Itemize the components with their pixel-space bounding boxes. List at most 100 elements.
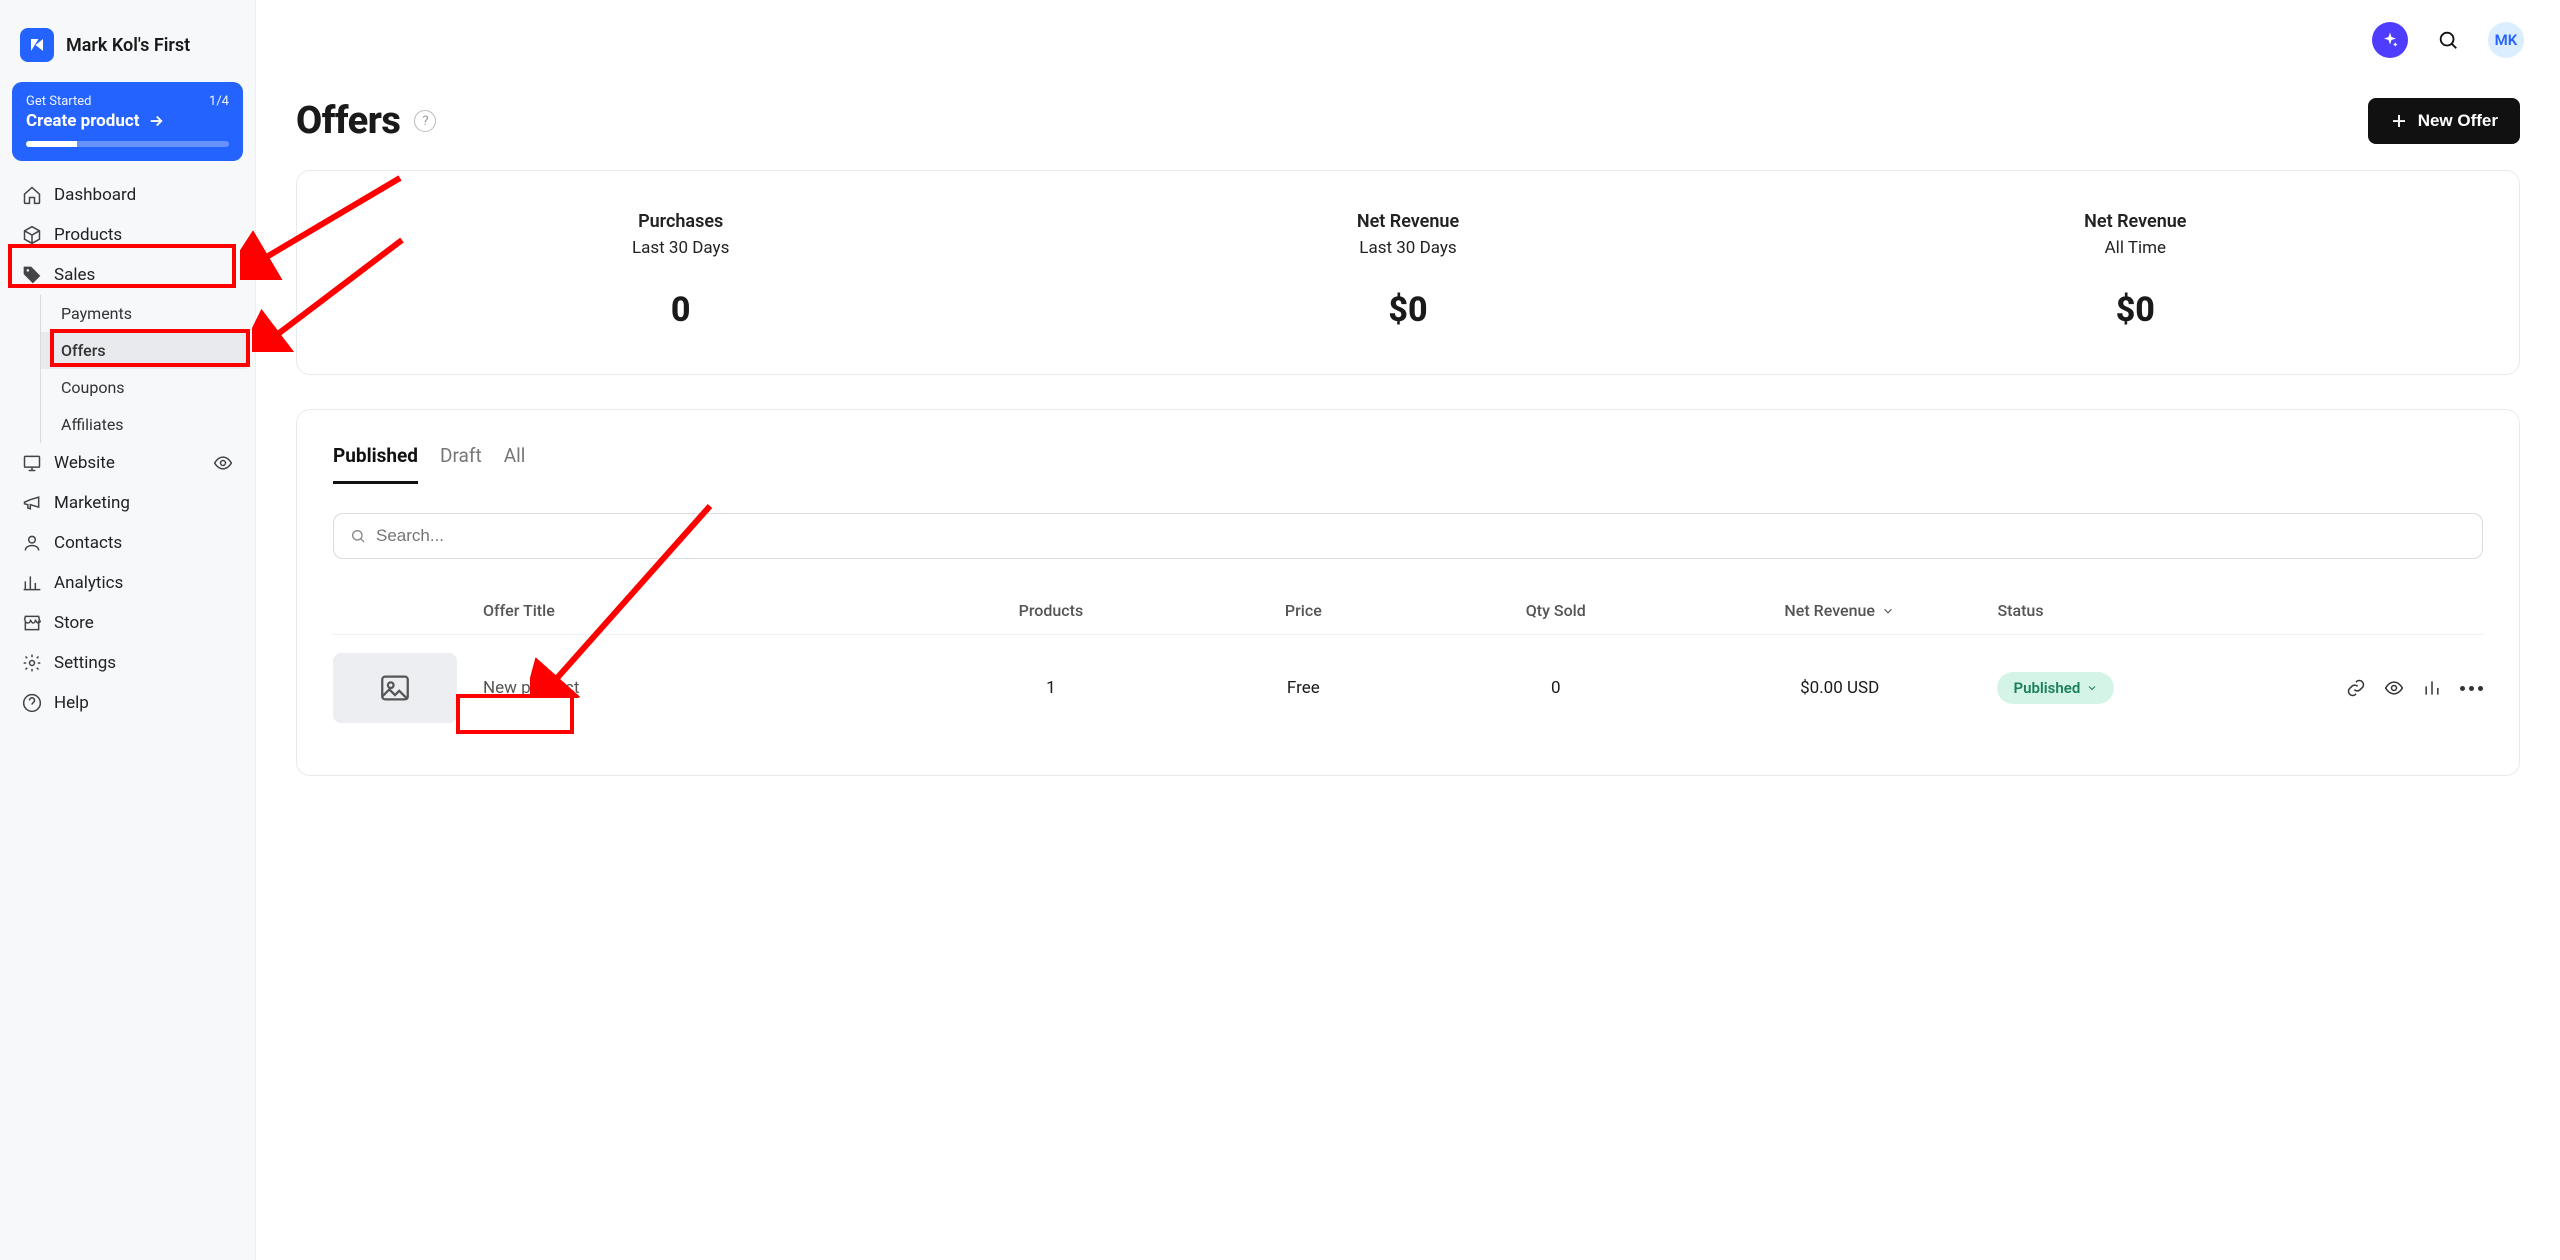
sidebar-item-label: Sales	[54, 265, 95, 285]
stat-value: 0	[317, 290, 1044, 330]
stat-net-revenue-30d: Net Revenue Last 30 Days $0	[1044, 211, 1771, 330]
th-qty-sold[interactable]: Qty Sold	[1430, 601, 1682, 620]
cell-price: Free	[1177, 678, 1429, 698]
offers-table: Offer Title Products Price Qty Sold Net …	[333, 587, 2483, 741]
stat-label: Net Revenue	[1772, 211, 2499, 232]
cell-qty: 0	[1430, 678, 1682, 698]
th-label: Net Revenue	[1784, 601, 1875, 620]
stat-value: $0	[1044, 290, 1771, 330]
table-header: Offer Title Products Price Qty Sold Net …	[333, 587, 2483, 635]
sidebar-item-label: Products	[54, 225, 122, 245]
gear-icon	[22, 653, 42, 673]
th-price[interactable]: Price	[1177, 601, 1429, 620]
th-offer-title[interactable]: Offer Title	[483, 601, 925, 620]
sidebar-subitem-offers[interactable]: Offers	[41, 332, 247, 369]
cube-icon	[22, 225, 42, 245]
table-row[interactable]: New product 1 Free 0 $0.00 USD Published	[333, 635, 2483, 741]
new-offer-button[interactable]: New Offer	[2368, 98, 2520, 144]
new-offer-label: New Offer	[2418, 111, 2498, 131]
plus-icon	[2390, 112, 2408, 130]
cell-offer-title[interactable]: New product	[483, 678, 925, 698]
chevron-down-icon	[1881, 604, 1895, 618]
sidebar-item-label: Settings	[54, 653, 116, 673]
main-content: MK Offers ? New Offer Purchases Last 30 …	[256, 0, 2560, 1260]
sidebar-item-label: Marketing	[54, 493, 130, 513]
sidebar-item-settings[interactable]: Settings	[8, 643, 247, 683]
search-icon	[350, 528, 366, 544]
th-status[interactable]: Status	[1997, 601, 2313, 620]
sidebar-item-analytics[interactable]: Analytics	[8, 563, 247, 603]
eye-icon[interactable]	[2384, 678, 2404, 698]
stat-purchases: Purchases Last 30 Days 0	[317, 211, 1044, 330]
chevron-down-icon	[2086, 682, 2098, 694]
search-input[interactable]	[376, 526, 2466, 546]
tabs: Published Draft All	[333, 444, 2483, 485]
global-search-button[interactable]	[2430, 22, 2466, 58]
page-title: Offers	[296, 99, 400, 143]
sidebar-item-store[interactable]: Store	[8, 603, 247, 643]
table-search[interactable]	[333, 513, 2483, 559]
get-started-label: Get Started	[26, 94, 91, 109]
workspace-name: Mark Kol's First	[66, 35, 190, 56]
sidebar-item-label: Dashboard	[54, 185, 136, 205]
cell-products: 1	[925, 678, 1177, 698]
offer-thumbnail	[333, 653, 457, 723]
sidebar: Mark Kol's First Get Started 1/4 Create …	[0, 0, 256, 1260]
sidebar-item-dashboard[interactable]: Dashboard	[8, 175, 247, 215]
stat-label: Purchases	[317, 211, 1044, 232]
stat-sublabel: Last 30 Days	[1044, 238, 1771, 258]
get-started-progress: 1/4	[209, 94, 229, 109]
more-actions-button[interactable]	[2460, 686, 2483, 691]
sidebar-item-label: Contacts	[54, 533, 122, 553]
image-placeholder-icon	[378, 671, 412, 705]
sidebar-item-sales[interactable]: Sales	[8, 255, 247, 295]
status-label: Published	[2013, 679, 2080, 697]
user-avatar[interactable]: MK	[2488, 22, 2524, 58]
offers-table-card: Published Draft All Offer Title Products…	[296, 409, 2520, 776]
megaphone-icon	[22, 493, 42, 513]
th-net-revenue[interactable]: Net Revenue	[1682, 601, 1998, 620]
sidebar-item-label: Analytics	[54, 573, 123, 593]
tab-draft[interactable]: Draft	[440, 444, 482, 484]
stat-label: Net Revenue	[1044, 211, 1771, 232]
tab-published[interactable]: Published	[333, 444, 418, 484]
brand-logo-icon	[20, 28, 54, 62]
user-icon	[22, 533, 42, 553]
sidebar-item-label: Store	[54, 613, 94, 633]
stat-sublabel: All Time	[1772, 238, 2499, 258]
ai-assistant-button[interactable]	[2372, 22, 2408, 58]
sidebar-item-products[interactable]: Products	[8, 215, 247, 255]
help-circle-icon	[22, 693, 42, 713]
stat-net-revenue-alltime: Net Revenue All Time $0	[1772, 211, 2499, 330]
sidebar-subitem-coupons[interactable]: Coupons	[41, 369, 247, 406]
sidebar-item-help[interactable]: Help	[8, 683, 247, 723]
help-tooltip-icon[interactable]: ?	[414, 110, 436, 132]
sidebar-item-contacts[interactable]: Contacts	[8, 523, 247, 563]
topbar: MK	[256, 0, 2560, 80]
sidebar-item-label: Website	[54, 453, 115, 473]
sidebar-item-marketing[interactable]: Marketing	[8, 483, 247, 523]
sidebar-subitem-payments[interactable]: Payments	[41, 295, 247, 332]
cell-revenue: $0.00 USD	[1682, 678, 1998, 698]
search-icon	[2437, 29, 2459, 51]
tab-all[interactable]: All	[504, 444, 526, 484]
get-started-card[interactable]: Get Started 1/4 Create product	[12, 82, 243, 161]
progress-bar	[26, 141, 229, 147]
workspace-switcher[interactable]: Mark Kol's First	[0, 16, 255, 82]
get-started-action: Create product	[26, 111, 139, 131]
chart-icon	[22, 573, 42, 593]
monitor-icon	[22, 453, 42, 473]
eye-icon[interactable]	[213, 453, 233, 473]
store-icon	[22, 613, 42, 633]
sidebar-item-label: Help	[54, 693, 89, 713]
stats-card: Purchases Last 30 Days 0 Net Revenue Las…	[296, 170, 2520, 375]
sidebar-item-website[interactable]: Website	[8, 443, 247, 483]
th-products[interactable]: Products	[925, 601, 1177, 620]
sparkle-icon	[2381, 31, 2399, 49]
sidebar-subitem-affiliates[interactable]: Affiliates	[41, 406, 247, 443]
stats-icon[interactable]	[2422, 678, 2442, 698]
stat-value: $0	[1772, 290, 2499, 330]
link-icon[interactable]	[2346, 678, 2366, 698]
status-badge[interactable]: Published	[1997, 672, 2114, 704]
arrow-right-icon	[147, 112, 165, 130]
